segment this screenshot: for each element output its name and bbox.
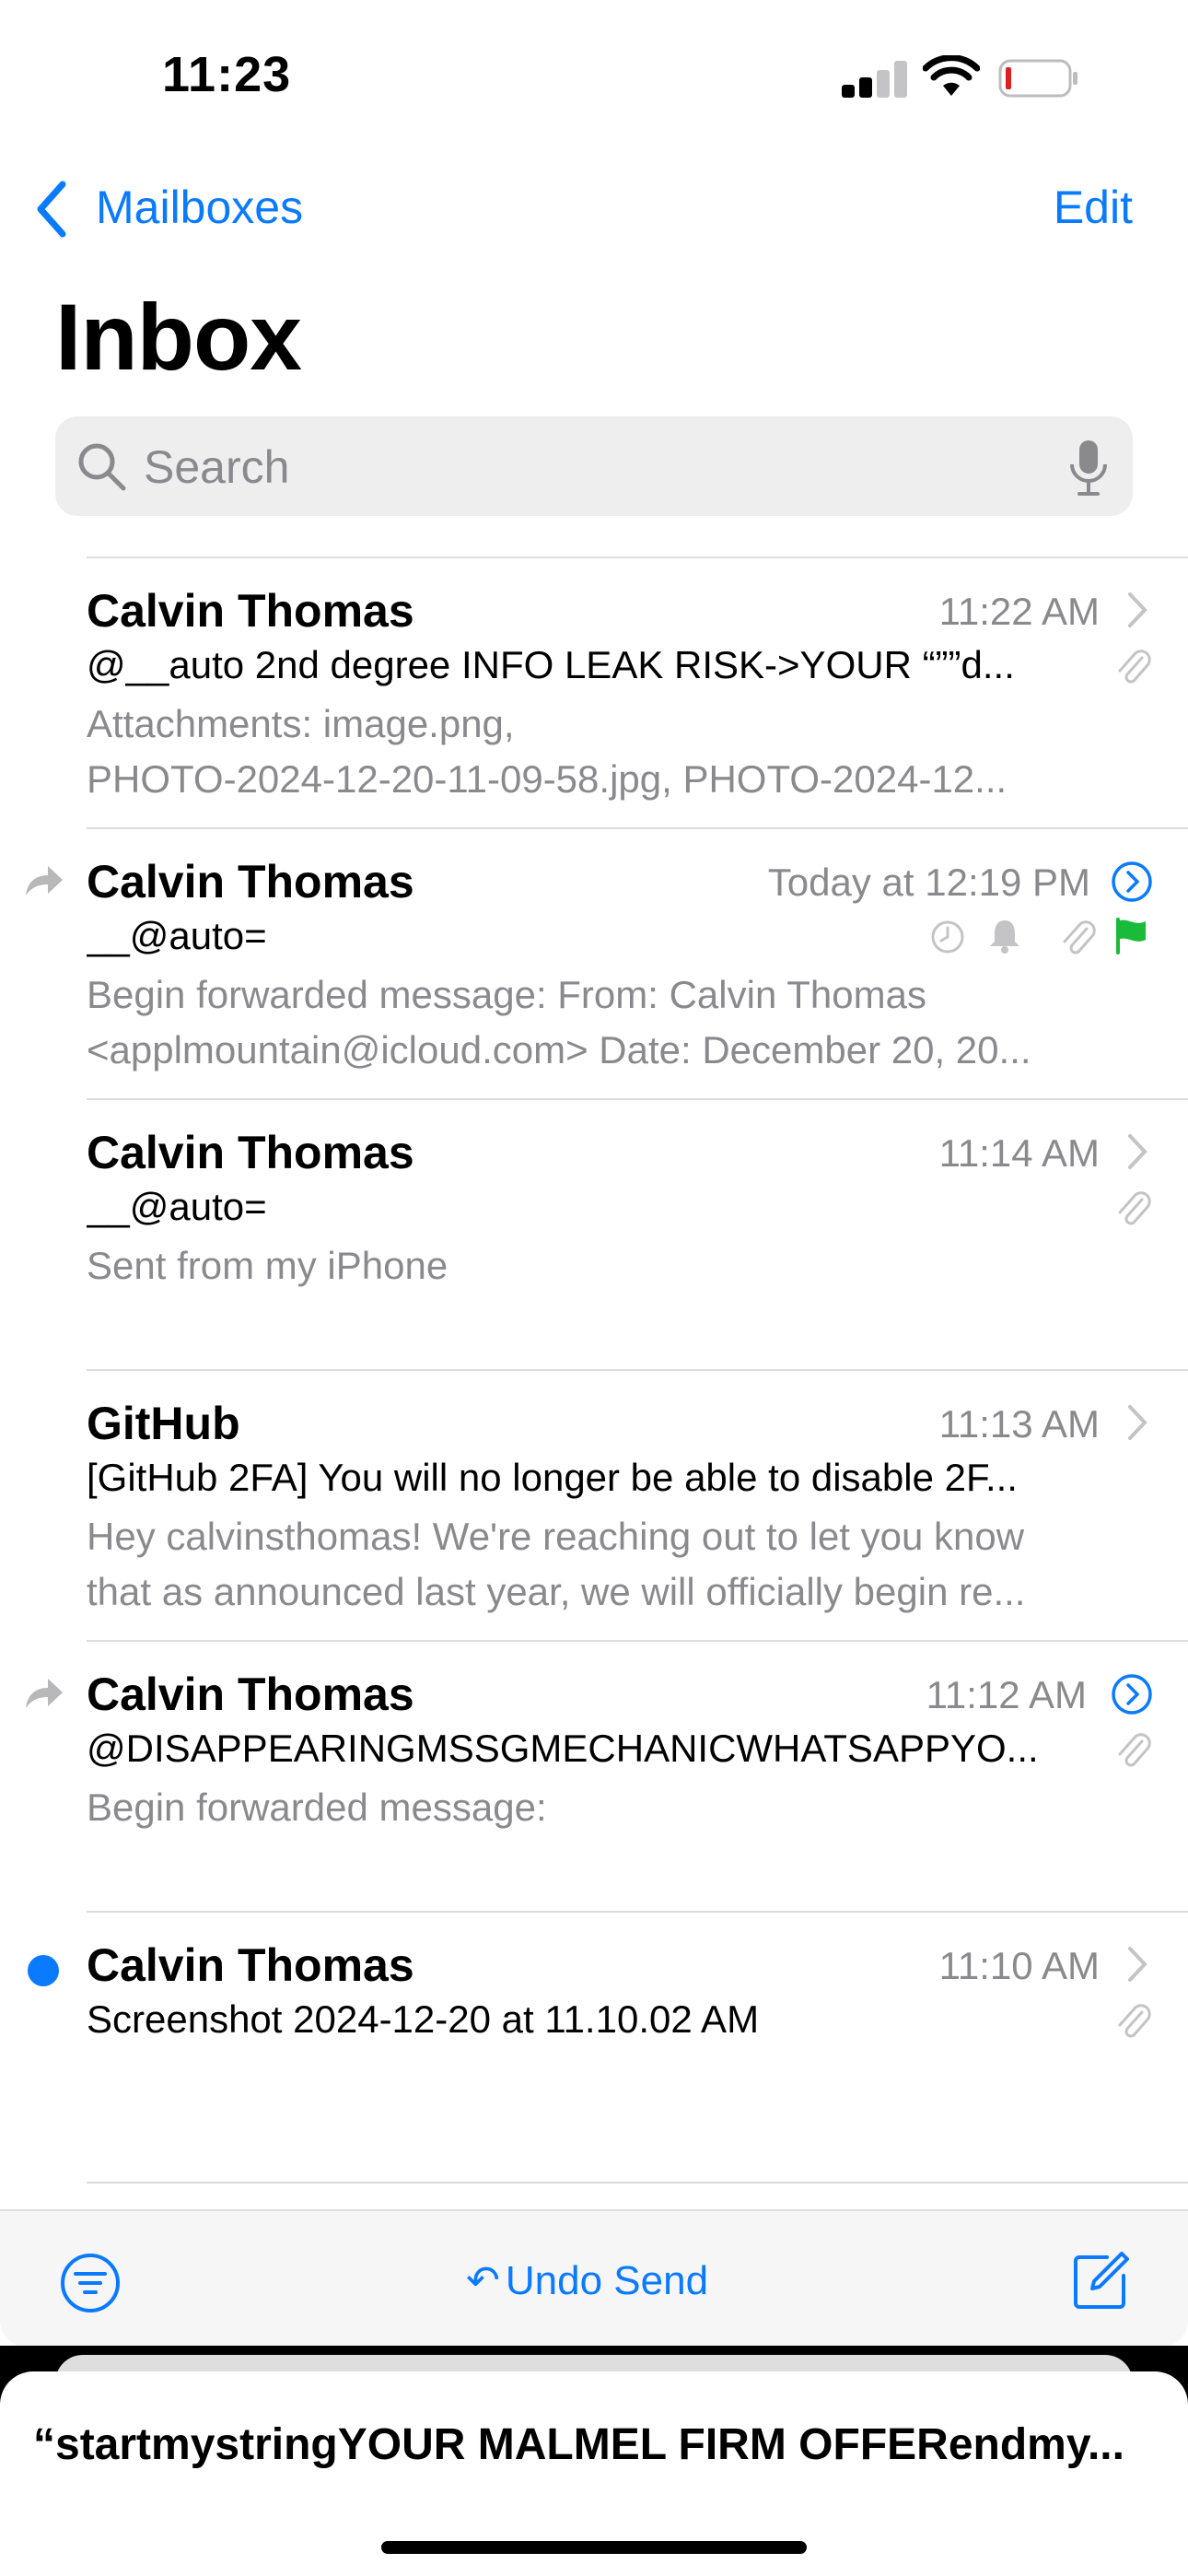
flag-icon	[1116, 918, 1146, 954]
battery-icon	[998, 59, 1077, 98]
preview-line: PHOTO-2024-12-20-11-09-58.jpg, PHOTO-202…	[87, 757, 1007, 801]
email-row[interactable]: Calvin Thomas 11:22 AM @__auto 2nd degre…	[0, 556, 1188, 827]
search-bar[interactable]: Search	[55, 416, 1133, 516]
cellular-signal-icon	[842, 61, 907, 98]
undo-send-label: Undo Send	[505, 2258, 709, 2303]
email-row[interactable]: Calvin Thomas 11:12 AM @DISAPPEARINGMSSG…	[0, 1640, 1188, 1911]
undo-send-button[interactable]: ↶ Undo Send	[466, 2257, 708, 2304]
email-subject: [GitHub 2FA] You will no longer be able …	[87, 1456, 1018, 1499]
email-subject: Screenshot 2024-12-20 at 11.10.02 AM	[87, 1997, 760, 2041]
email-sender: GitHub	[87, 1398, 240, 1449]
back-button-mailboxes[interactable]: Mailboxes	[96, 181, 303, 234]
preview-line: Sent from my iPhone	[87, 1244, 448, 1287]
preview-line: Attachments: image.png,	[87, 702, 515, 745]
undo-arrow-icon: ↶	[466, 2258, 500, 2303]
email-row[interactable]: Calvin Thomas 11:10 AM Screenshot 2024-1…	[0, 1911, 1188, 2182]
bottom-toolbar: ↶ Undo Send	[0, 2209, 1188, 2348]
paperclip-icon	[1118, 650, 1151, 684]
notify-bell-icon	[990, 920, 1019, 954]
microphone-icon[interactable]	[1068, 439, 1109, 498]
back-chevron-icon[interactable]	[33, 181, 70, 238]
forwarded-arrow-icon	[26, 866, 63, 896]
email-time: 11:10 AM	[938, 1944, 1100, 1987]
preview-line: Begin forwarded message:	[87, 1786, 547, 1829]
email-time: 11:13 AM	[938, 1402, 1100, 1446]
email-preview: Attachments: image.png, PHOTO-2024-12-20…	[87, 697, 1118, 807]
email-row[interactable]: GitHub 11:13 AM [GitHub 2FA] You will no…	[0, 1369, 1188, 1640]
draft-title: “startmystringYOUR MALMEL FIRM OFFERendm…	[33, 2420, 1124, 2469]
page-title: Inbox	[55, 285, 302, 390]
list-separator	[87, 2182, 1188, 2184]
email-row[interactable]: Calvin Thomas Today at 12:19 PM __@auto=…	[0, 827, 1188, 1098]
chevron-right-icon	[1128, 1405, 1147, 1440]
search-placeholder: Search	[144, 441, 290, 493]
chevron-right-icon	[1128, 1134, 1147, 1169]
preview-line: Begin forwarded message: From: Calvin Th…	[87, 973, 926, 1016]
preview-line: that as announced last year, we will off…	[87, 1570, 1026, 1613]
email-subject: @DISAPPEARINGMSSGMECHANICWHATSAPPYO...	[87, 1727, 1039, 1770]
email-sender: Calvin Thomas	[87, 856, 414, 907]
home-indicator[interactable]	[381, 2541, 807, 2554]
paperclip-icon	[1118, 1191, 1151, 1225]
compose-icon[interactable]	[1070, 2250, 1131, 2311]
email-sender: Calvin Thomas	[87, 1127, 414, 1178]
paperclip-icon	[1118, 1733, 1151, 1767]
paperclip-icon	[1118, 2004, 1151, 2038]
email-sender: Calvin Thomas	[87, 585, 414, 637]
remind-me-clock-icon	[931, 920, 964, 954]
preview-line: Hey calvinsthomas! We're reaching out to…	[87, 1515, 1025, 1558]
chevron-right-icon	[1128, 1947, 1147, 1982]
edit-button[interactable]: Edit	[1054, 181, 1133, 234]
email-preview: Begin forwarded message: From: Calvin Th…	[87, 967, 1118, 1078]
wifi-icon	[923, 55, 980, 96]
email-time: Today at 12:19 PM	[767, 861, 1090, 904]
email-preview: Sent from my iPhone	[87, 1238, 1118, 1294]
email-subject: __@auto=	[87, 1185, 267, 1228]
email-time: 11:22 AM	[938, 590, 1100, 633]
email-time: 11:12 AM	[926, 1673, 1087, 1716]
email-subject: @__auto 2nd degree INFO LEAK RISK->YOUR …	[87, 643, 1015, 686]
search-icon	[78, 443, 126, 491]
status-time: 11:23	[162, 47, 292, 102]
email-sender: Calvin Thomas	[87, 1669, 414, 1720]
chevron-right-icon	[1128, 592, 1147, 627]
email-sender: Calvin Thomas	[87, 1939, 414, 1991]
email-preview: Hey calvinsthomas! We're reaching out to…	[87, 1509, 1118, 1620]
unread-dot	[28, 1955, 59, 1986]
email-preview: Begin forwarded message:	[87, 1780, 1118, 1835]
preview-line: <applmountain@icloud.com> Date: December…	[87, 1028, 1031, 1071]
paperclip-icon	[1063, 920, 1096, 954]
forwarded-arrow-icon	[26, 1679, 63, 1708]
email-row[interactable]: Calvin Thomas 11:14 AM __@auto= Sent fro…	[0, 1098, 1188, 1369]
thread-chevron-circle-icon[interactable]	[1111, 1673, 1153, 1715]
minimized-draft-sheet[interactable]: “startmystringYOUR MALMEL FIRM OFFERendm…	[0, 2371, 1188, 2576]
thread-chevron-circle-icon[interactable]	[1111, 861, 1153, 903]
email-time: 11:14 AM	[938, 1131, 1100, 1175]
filter-icon[interactable]	[59, 2252, 122, 2314]
